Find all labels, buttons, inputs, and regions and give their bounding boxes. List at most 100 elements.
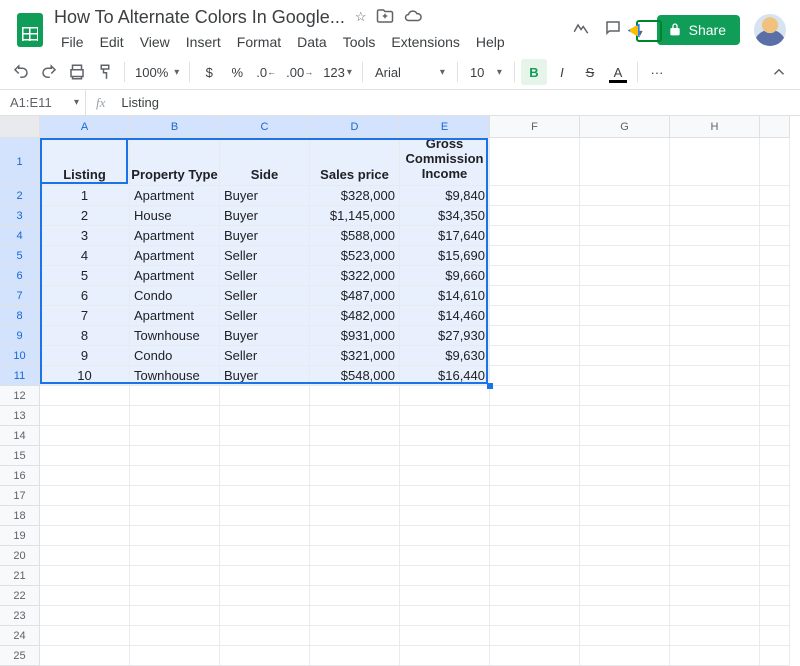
row-header-16[interactable]: 16: [0, 466, 40, 486]
decrease-decimal-button[interactable]: .0←: [252, 59, 280, 85]
menu-data[interactable]: Data: [290, 30, 334, 54]
cell-C8[interactable]: Seller: [220, 306, 310, 326]
cell-E4[interactable]: $17,640: [400, 226, 490, 246]
cell-H17[interactable]: [670, 486, 760, 506]
cell-A10[interactable]: 9: [40, 346, 130, 366]
cell-F12[interactable]: [490, 386, 580, 406]
increase-decimal-button[interactable]: .00→: [282, 59, 317, 85]
cell-C7[interactable]: Seller: [220, 286, 310, 306]
document-title[interactable]: How To Alternate Colors In Google...: [54, 7, 345, 28]
cell-F15[interactable]: [490, 446, 580, 466]
meet-icon[interactable]: ▾: [636, 20, 643, 41]
cell-H10[interactable]: [670, 346, 760, 366]
row-header-17[interactable]: 17: [0, 486, 40, 506]
column-header-D[interactable]: D: [310, 116, 400, 138]
cell-B7[interactable]: Condo: [130, 286, 220, 306]
cell-H1[interactable]: [670, 138, 760, 186]
cell-B20[interactable]: [130, 546, 220, 566]
cell-F19[interactable]: [490, 526, 580, 546]
cell-D3[interactable]: $1,145,000: [310, 206, 400, 226]
cell-H22[interactable]: [670, 586, 760, 606]
cell-C12[interactable]: [220, 386, 310, 406]
cell-C21[interactable]: [220, 566, 310, 586]
row-header-19[interactable]: 19: [0, 526, 40, 546]
cell-E21[interactable]: [400, 566, 490, 586]
cell-B17[interactable]: [130, 486, 220, 506]
cell-D11[interactable]: $548,000: [310, 366, 400, 386]
menu-file[interactable]: File: [54, 30, 91, 54]
cell-H25[interactable]: [670, 646, 760, 666]
cell-G20[interactable]: [580, 546, 670, 566]
row-header-6[interactable]: 6: [0, 266, 40, 286]
cell-F22[interactable]: [490, 586, 580, 606]
cell-F25[interactable]: [490, 646, 580, 666]
cell-C19[interactable]: [220, 526, 310, 546]
row-header-9[interactable]: 9: [0, 326, 40, 346]
cell-D2[interactable]: $328,000: [310, 186, 400, 206]
row-header-25[interactable]: 25: [0, 646, 40, 666]
cell-A13[interactable]: [40, 406, 130, 426]
cell-F2[interactable]: [490, 186, 580, 206]
cell-C10[interactable]: Seller: [220, 346, 310, 366]
cell-H15[interactable]: [670, 446, 760, 466]
cell-B10[interactable]: Condo: [130, 346, 220, 366]
font-select[interactable]: Arial▾: [369, 59, 451, 85]
cell-F20[interactable]: [490, 546, 580, 566]
cell-F21[interactable]: [490, 566, 580, 586]
cell-A17[interactable]: [40, 486, 130, 506]
cell-F5[interactable]: [490, 246, 580, 266]
cell-H3[interactable]: [670, 206, 760, 226]
cell-E9[interactable]: $27,930: [400, 326, 490, 346]
cell-G24[interactable]: [580, 626, 670, 646]
cell-D18[interactable]: [310, 506, 400, 526]
cell-E25[interactable]: [400, 646, 490, 666]
cell-H7[interactable]: [670, 286, 760, 306]
cell-H12[interactable]: [670, 386, 760, 406]
redo-button[interactable]: [36, 59, 62, 85]
print-button[interactable]: [64, 59, 90, 85]
cell-H14[interactable]: [670, 426, 760, 446]
cell-G4[interactable]: [580, 226, 670, 246]
cloud-status-icon[interactable]: [404, 7, 422, 28]
cell-D9[interactable]: $931,000: [310, 326, 400, 346]
cell-B16[interactable]: [130, 466, 220, 486]
cell-E12[interactable]: [400, 386, 490, 406]
cell-G10[interactable]: [580, 346, 670, 366]
italic-button[interactable]: I: [549, 59, 575, 85]
cell-H11[interactable]: [670, 366, 760, 386]
column-header-A[interactable]: A: [40, 116, 130, 138]
cell-D24[interactable]: [310, 626, 400, 646]
column-header-C[interactable]: C: [220, 116, 310, 138]
cell-H16[interactable]: [670, 466, 760, 486]
cell-H2[interactable]: [670, 186, 760, 206]
cell-A5[interactable]: 4: [40, 246, 130, 266]
cell-A7[interactable]: 6: [40, 286, 130, 306]
cell-A3[interactable]: 2: [40, 206, 130, 226]
cell-E13[interactable]: [400, 406, 490, 426]
row-header-11[interactable]: 11: [0, 366, 40, 386]
cell-C20[interactable]: [220, 546, 310, 566]
cell-F6[interactable]: [490, 266, 580, 286]
cell-H21[interactable]: [670, 566, 760, 586]
column-header-B[interactable]: B: [130, 116, 220, 138]
cell-B3[interactable]: House: [130, 206, 220, 226]
cell-C23[interactable]: [220, 606, 310, 626]
cell-D23[interactable]: [310, 606, 400, 626]
column-header-H[interactable]: H: [670, 116, 760, 138]
cell-F8[interactable]: [490, 306, 580, 326]
undo-button[interactable]: [8, 59, 34, 85]
cell-E8[interactable]: $14,460: [400, 306, 490, 326]
cell-C3[interactable]: Buyer: [220, 206, 310, 226]
cell-E11[interactable]: $16,440: [400, 366, 490, 386]
cell-C11[interactable]: Buyer: [220, 366, 310, 386]
cell-G5[interactable]: [580, 246, 670, 266]
cell-C16[interactable]: [220, 466, 310, 486]
cell-H23[interactable]: [670, 606, 760, 626]
cell-E15[interactable]: [400, 446, 490, 466]
cell-D1[interactable]: Sales price: [310, 138, 400, 186]
row-header-4[interactable]: 4: [0, 226, 40, 246]
cell-C1[interactable]: Side: [220, 138, 310, 186]
cell-D25[interactable]: [310, 646, 400, 666]
strikethrough-button[interactable]: S: [577, 59, 603, 85]
cell-D16[interactable]: [310, 466, 400, 486]
